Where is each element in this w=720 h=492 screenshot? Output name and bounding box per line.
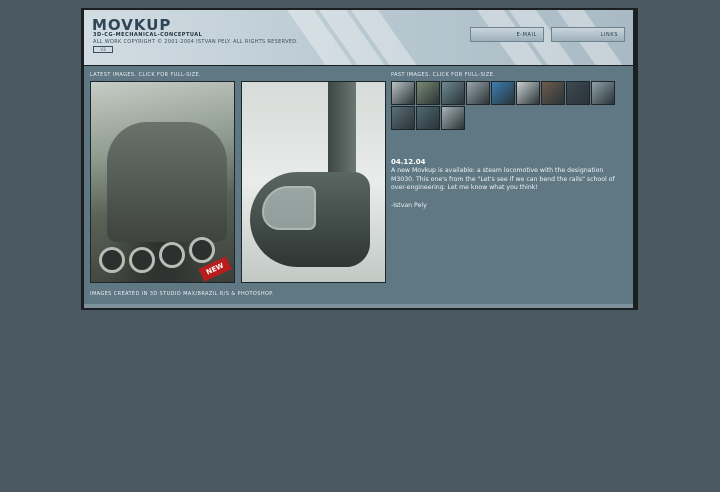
site-tagline: 3D-CG-MECHANICAL-CONCEPTUAL	[93, 32, 203, 38]
past-image-thumb[interactable]	[491, 81, 515, 105]
past-image-thumb[interactable]	[541, 81, 565, 105]
links-button[interactable]: LINKS	[551, 27, 625, 42]
past-image-thumb[interactable]	[391, 106, 415, 130]
past-image-thumb[interactable]	[516, 81, 540, 105]
news-text: A new Movkup is available: a steam locom…	[391, 167, 615, 192]
wheel-icon	[189, 237, 215, 263]
past-image-thumb[interactable]	[566, 81, 590, 105]
footer-bar	[84, 304, 633, 308]
news-signature: -Istvan Pely	[391, 202, 427, 209]
version-badge: V3	[93, 46, 113, 53]
past-image-thumb[interactable]	[441, 106, 465, 130]
image-credits: IMAGES CREATED IN 3D STUDIO MAX/BRAZIL R…	[90, 291, 274, 297]
site-header: MOVKUP 3D-CG-MECHANICAL-CONCEPTUAL ALL W…	[84, 10, 633, 65]
past-image-thumb[interactable]	[416, 81, 440, 105]
past-image-thumb[interactable]	[466, 81, 490, 105]
email-button-label: E-MAIL	[516, 31, 537, 38]
latest-images-label: LATEST IMAGES. CLICK FOR FULL-SIZE.	[90, 72, 202, 78]
past-image-thumb[interactable]	[416, 106, 440, 130]
wheel-icon	[159, 242, 185, 268]
past-image-thumb[interactable]	[391, 81, 415, 105]
past-images-grid	[391, 81, 621, 130]
wheel-icon	[99, 247, 125, 273]
past-images-label: PAST IMAGES. CLICK FOR FULL-SIZE.	[391, 72, 496, 78]
crane-cab-illustration	[250, 172, 370, 267]
news-date: 04.12.04	[391, 158, 426, 166]
past-image-thumb[interactable]	[591, 81, 615, 105]
locomotive-illustration	[107, 122, 227, 242]
latest-image-crane[interactable]	[241, 81, 386, 283]
wheel-icon	[129, 247, 155, 273]
copyright-notice: ALL WORK COPYRIGHT © 2001-2004 ISTVAN PE…	[93, 39, 299, 45]
latest-image-locomotive[interactable]: NEW	[90, 81, 235, 283]
links-button-label: LINKS	[600, 31, 618, 38]
email-button[interactable]: E-MAIL	[470, 27, 544, 42]
cab-window-illustration	[262, 186, 316, 230]
content-area: LATEST IMAGES. CLICK FOR FULL-SIZE. PAST…	[84, 66, 633, 304]
page-frame: MOVKUP 3D-CG-MECHANICAL-CONCEPTUAL ALL W…	[81, 8, 638, 310]
past-image-thumb[interactable]	[441, 81, 465, 105]
